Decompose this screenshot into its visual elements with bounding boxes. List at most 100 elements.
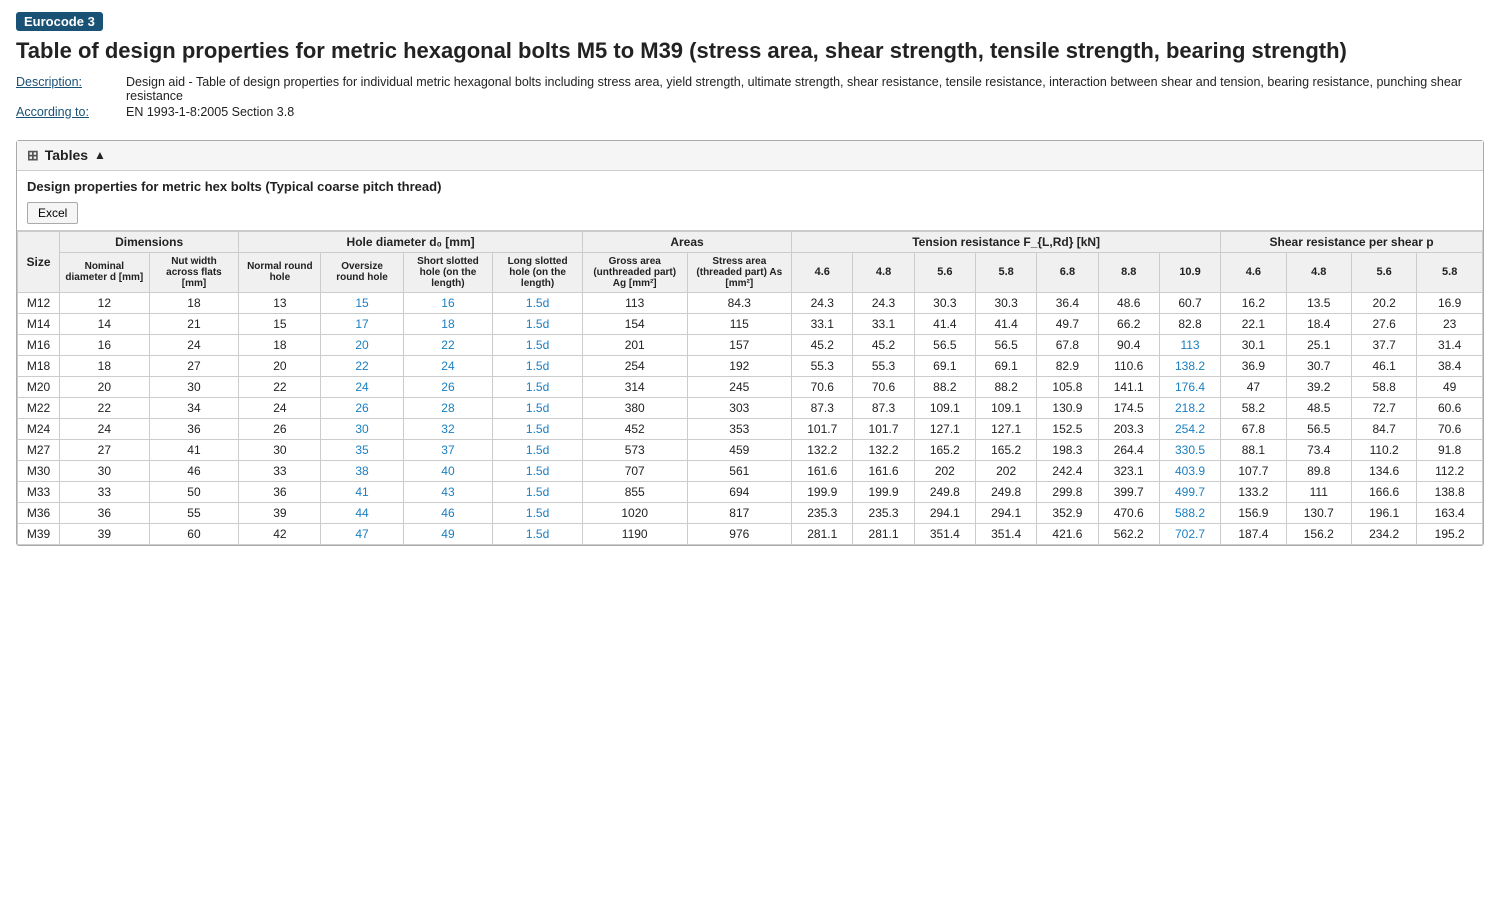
dimensions-group: Dimensions xyxy=(60,231,239,252)
table-cell: 69.1 xyxy=(975,355,1036,376)
table-cell: 12 xyxy=(60,292,150,313)
table-cell: 101.7 xyxy=(853,418,914,439)
table-cell: 165.2 xyxy=(975,439,1036,460)
table-cell: 18 xyxy=(60,355,150,376)
table-cell: 16 xyxy=(60,334,150,355)
table-cell: 127.1 xyxy=(975,418,1036,439)
table-cell: 165.2 xyxy=(914,439,975,460)
t88-header: 8.8 xyxy=(1098,252,1159,292)
t56-header: 5.6 xyxy=(914,252,975,292)
table-cell: 18 xyxy=(239,334,321,355)
col-size-header: Size xyxy=(18,231,60,292)
table-cell: 67.8 xyxy=(1221,418,1286,439)
table-cell: 18 xyxy=(403,313,493,334)
t46-header: 4.6 xyxy=(792,252,853,292)
table-cell: 111 xyxy=(1286,481,1351,502)
table-cell: 202 xyxy=(914,460,975,481)
excel-button[interactable]: Excel xyxy=(27,202,78,224)
table-cell: 49 xyxy=(403,523,493,544)
table-cell: 22 xyxy=(60,397,150,418)
table-cell: M30 xyxy=(18,460,60,481)
according-text: EN 1993-1-8:2005 Section 3.8 xyxy=(126,104,1484,120)
s56-header: 5.6 xyxy=(1351,252,1416,292)
table-cell: 26 xyxy=(239,418,321,439)
table-cell: M36 xyxy=(18,502,60,523)
table-row: M1414211517181.5d15411533.133.141.441.44… xyxy=(18,313,1483,334)
table-cell: 60 xyxy=(149,523,239,544)
meta-table: Description: Design aid - Table of desig… xyxy=(16,74,1484,120)
table-cell: 113 xyxy=(582,292,687,313)
table-cell: 855 xyxy=(582,481,687,502)
table-cell: 115 xyxy=(687,313,792,334)
table-cell: 14 xyxy=(60,313,150,334)
table-cell: 156.9 xyxy=(1221,502,1286,523)
table-cell: 561 xyxy=(687,460,792,481)
table-cell: 45.2 xyxy=(792,334,853,355)
table-cell: 1.5d xyxy=(493,334,583,355)
table-cell: 109.1 xyxy=(975,397,1036,418)
table-cell: 201 xyxy=(582,334,687,355)
table-cell: 281.1 xyxy=(792,523,853,544)
table-cell: 30.7 xyxy=(1286,355,1351,376)
table-cell: 33 xyxy=(239,460,321,481)
tables-header-label: Tables xyxy=(45,147,88,163)
table-cell: 33.1 xyxy=(792,313,853,334)
table-cell: 234.2 xyxy=(1351,523,1416,544)
table-row: M1818272022241.5d25419255.355.369.169.18… xyxy=(18,355,1483,376)
table-cell: 281.1 xyxy=(853,523,914,544)
table-cell: 132.2 xyxy=(792,439,853,460)
table-cell: 58.2 xyxy=(1221,397,1286,418)
table-cell: 16 xyxy=(403,292,493,313)
s58-header: 5.8 xyxy=(1417,252,1483,292)
table-cell: 976 xyxy=(687,523,792,544)
table-cell: 56.5 xyxy=(1286,418,1351,439)
table-cell: 817 xyxy=(687,502,792,523)
tables-header: ⊞ Tables ▲ xyxy=(17,141,1483,171)
table-cell: 36 xyxy=(149,418,239,439)
eurocode-badge: Eurocode 3 xyxy=(16,12,103,31)
table-cell: 87.3 xyxy=(853,397,914,418)
s48-header: 4.8 xyxy=(1286,252,1351,292)
table-cell: 70.6 xyxy=(792,376,853,397)
table-cell: 138.8 xyxy=(1417,481,1483,502)
data-table: Size Dimensions Hole diameter d₀ [mm] Ar… xyxy=(17,231,1483,545)
table-cell: 60.6 xyxy=(1417,397,1483,418)
table-cell: 323.1 xyxy=(1098,460,1159,481)
table-cell: 1020 xyxy=(582,502,687,523)
table-cell: M14 xyxy=(18,313,60,334)
table-row: M2020302224261.5d31424570.670.688.288.21… xyxy=(18,376,1483,397)
table-cell: 36.4 xyxy=(1037,292,1098,313)
table-cell: 1.5d xyxy=(493,460,583,481)
table-cell: 421.6 xyxy=(1037,523,1098,544)
table-cell: 154 xyxy=(582,313,687,334)
table-cell: 161.6 xyxy=(792,460,853,481)
table-cell: 138.2 xyxy=(1159,355,1220,376)
table-cell: 17 xyxy=(321,313,403,334)
table-cell: 199.9 xyxy=(792,481,853,502)
table-cell: M12 xyxy=(18,292,60,313)
table-cell: 66.2 xyxy=(1098,313,1159,334)
table-cell: 1.5d xyxy=(493,313,583,334)
table-cell: 30 xyxy=(149,376,239,397)
table-cell: 30.3 xyxy=(975,292,1036,313)
table-cell: 46 xyxy=(403,502,493,523)
areas-group: Areas xyxy=(582,231,791,252)
tables-section: ⊞ Tables ▲ Design properties for metric … xyxy=(16,140,1484,546)
table-cell: 132.2 xyxy=(853,439,914,460)
table-cell: 45.2 xyxy=(853,334,914,355)
table-cell: 37 xyxy=(403,439,493,460)
table-cell: 299.8 xyxy=(1037,481,1098,502)
table-cell: 50 xyxy=(149,481,239,502)
description-label: Description: xyxy=(16,74,126,104)
table-cell: 67.8 xyxy=(1037,334,1098,355)
table-cell: 69.1 xyxy=(914,355,975,376)
table-cell: 47 xyxy=(321,523,403,544)
table-row: M2727413035371.5d573459132.2132.2165.216… xyxy=(18,439,1483,460)
table-cell: 694 xyxy=(687,481,792,502)
gross-area-header: Gross area (unthreaded part) Ag [mm²] xyxy=(582,252,687,292)
table-cell: 161.6 xyxy=(853,460,914,481)
table-cell: 35 xyxy=(321,439,403,460)
table-cell: 46 xyxy=(149,460,239,481)
table-cell: 30 xyxy=(321,418,403,439)
chevron-up-icon: ▲ xyxy=(94,148,106,162)
